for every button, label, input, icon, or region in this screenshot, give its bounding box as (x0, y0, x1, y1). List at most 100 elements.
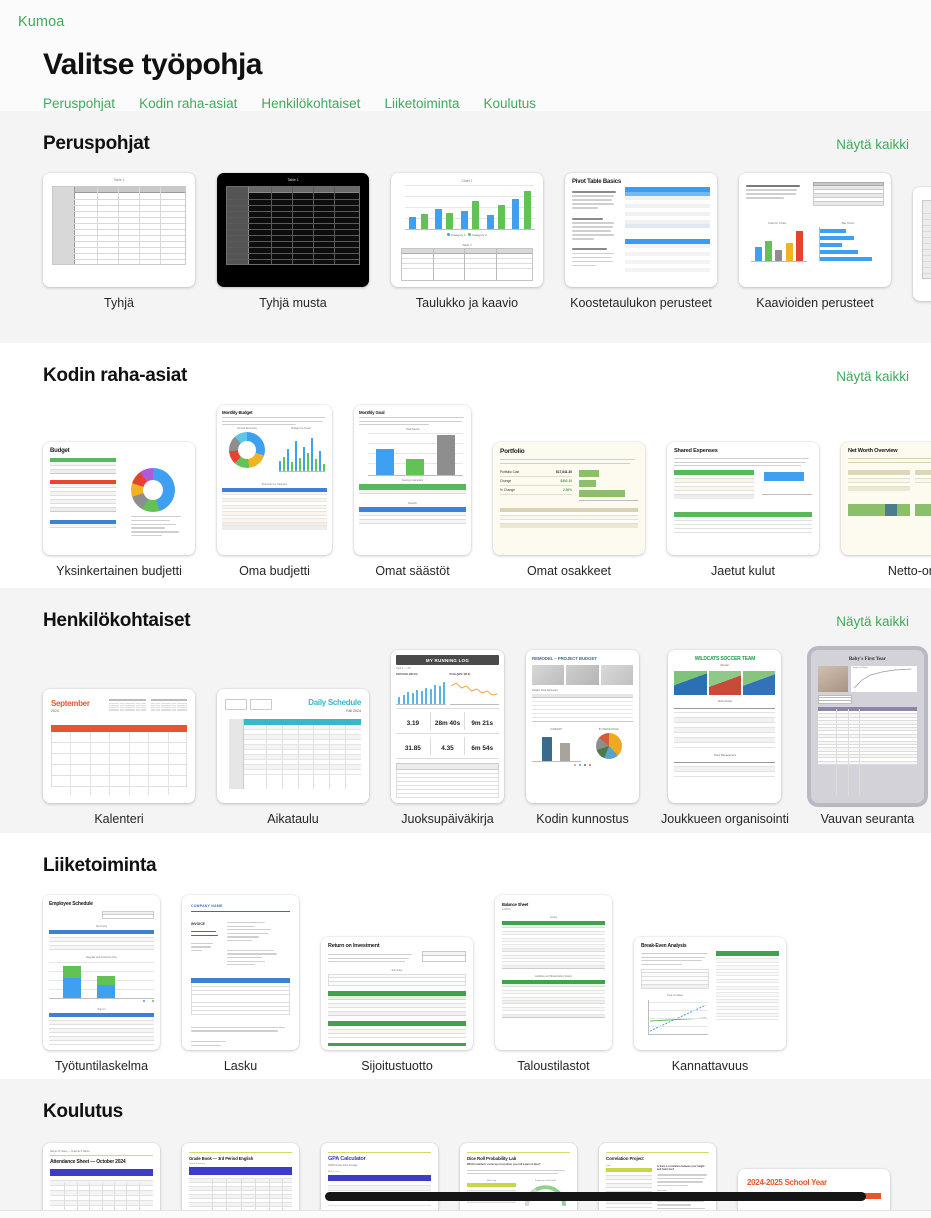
preview-subcaption: Table 1 (462, 243, 472, 247)
template-thumbnail-kannattavuus[interactable]: Break-Even Analysis Cost vs Sales (634, 937, 786, 1050)
preview-caption: GPA Calculator (328, 1156, 366, 1162)
template-thumbnail-gpa-calculator[interactable]: GPA Calculator TERM Grade Point Average … (321, 1143, 438, 1218)
template-cell[interactable]: Chart 1 Category 1 Category 2 Table 1 Ta… (391, 173, 543, 310)
template-cell-partial[interactable] (913, 187, 931, 310)
template-thumbnail-attendance-sheet[interactable]: Name of Class — Teacher's Name Attendanc… (43, 1143, 160, 1218)
template-thumbnail-joukkueen-organisointi[interactable]: WILDCATS SOCCER TEAM Roster Team Roster (668, 650, 782, 803)
tab-peruspohjat[interactable]: Peruspohjat (43, 96, 115, 111)
template-label: Juoksupäiväkirja (401, 812, 494, 826)
template-row-kodin-raha-asiat[interactable]: Budget Yksinkertainen budjetti Monthly B… (0, 387, 931, 592)
preview-caption: Return on Investment (328, 943, 380, 949)
template-thumbnail-yksinkertainen-budjetti[interactable]: Budget (43, 442, 195, 555)
template-thumbnail-partial[interactable] (913, 187, 931, 301)
line-chart (449, 678, 499, 704)
template-cell[interactable]: Column Chart Bar Chart Kaavioiden perust… (739, 173, 891, 310)
template-thumbnail-oma-budjetti[interactable]: Monthly Budget Annual Summary Budget vs … (217, 405, 332, 555)
table-caption: Results (408, 502, 417, 505)
table-caption: Assets (549, 916, 558, 919)
template-thumbnail-tyhja[interactable]: Table 1 (43, 173, 195, 287)
stat-label: Change (500, 479, 512, 483)
template-cell[interactable]: Break-Even Analysis Cost vs Sales Kannat… (634, 937, 786, 1073)
preview-subcaption: TERM Grade Point Average (328, 1164, 358, 1167)
template-row-peruspohjat[interactable]: Table 1 Tyhjä Table 1 Tyhjä musta Chart … (0, 155, 931, 324)
template-thumbnail-correlation-project[interactable]: Correlation Project Data Is there a corr… (599, 1143, 716, 1218)
template-cell[interactable]: Shared Expenses Jaetut kulut (667, 442, 819, 578)
template-thumbnail-kodin-kunnostus[interactable]: REMODEL – PROJECT BUDGET Project Cost Su… (526, 650, 639, 803)
section-liiketoiminta: Liiketoiminta Employee Schedule Summary (0, 833, 931, 1079)
template-cell[interactable]: Portfolio Portfolio Cost $17,641.30 Chan… (493, 442, 645, 578)
template-cell[interactable]: Monthly Goal Total Saved Savings Calcula… (354, 405, 471, 578)
template-cell[interactable]: Daily Schedule Fall 2024 Aikataulu (217, 689, 369, 826)
template-cell[interactable]: Pivot Table Basics Koostetaulukon perust… (565, 173, 717, 310)
template-thumbnail-sijoitustuotto[interactable]: Return on Investment Summary (321, 937, 473, 1050)
preview-caption: Employee Schedule (49, 901, 93, 907)
cancel-button[interactable]: Kumoa (18, 14, 64, 30)
stat-value: 9m 21s (471, 720, 494, 727)
template-thumbnail-taloustilastot[interactable]: Balance Sheet 12/2024 Assets Liabilities… (495, 895, 612, 1050)
template-thumbnail-kalenteri[interactable]: September 2024 (43, 689, 195, 803)
template-thumbnail-aikataulu[interactable]: Daily Schedule Fall 2024 (217, 689, 369, 803)
template-cell[interactable]: Baby's First Year Height and Weight Vauv… (810, 650, 924, 826)
cost-table (50, 480, 116, 512)
template-row-liiketoiminta[interactable]: Employee Schedule Summary Regular and Ov… (0, 877, 931, 1087)
template-cell[interactable]: COMPANY NAME INVOICE Lasku (182, 895, 299, 1073)
template-cell[interactable]: MY RUNNING LOG April 1 — 30 DISTANCE (MI… (391, 650, 504, 826)
template-cell[interactable]: Budget Yksinkertainen budjetti (43, 442, 195, 578)
template-label: Taloustilastot (517, 1059, 590, 1073)
template-cell[interactable]: Return on Investment Summary Sijoitustuo… (321, 937, 473, 1073)
section-title: Liiketoiminta (43, 855, 157, 876)
template-cell[interactable]: Grade Book — 3rd Period English Grade Su… (182, 1143, 299, 1218)
template-cell[interactable]: GPA Calculator TERM Grade Point Average … (321, 1143, 438, 1218)
template-thumbnail-juoksupaivakirja[interactable]: MY RUNNING LOG April 1 — 30 DISTANCE (MI… (391, 650, 504, 803)
template-cell[interactable]: Balance Sheet 12/2024 Assets Liabilities… (495, 895, 612, 1073)
template-thumbnail-tyhja-musta[interactable]: Table 1 (217, 173, 369, 287)
tab-liiketoiminta[interactable]: Liiketoiminta (384, 96, 459, 111)
template-thumbnail-kaavioiden-perusteet[interactable]: Column Chart Bar Chart (739, 173, 891, 287)
template-cell[interactable]: Name of Class — Teacher's Name Attendanc… (43, 1143, 160, 1218)
template-thumbnail-lasku[interactable]: COMPANY NAME INVOICE (182, 895, 299, 1050)
tab-koulutus[interactable]: Koulutus (483, 96, 536, 111)
legend-label: Category 1 (451, 233, 466, 237)
table-caption: Team Management (713, 754, 737, 757)
table-caption: Team Roster (717, 700, 733, 703)
template-thumbnail-omat-saastot[interactable]: Monthly Goal Total Saved Savings Calcula… (354, 405, 471, 555)
template-thumbnail-tyotuntilaskelma[interactable]: Employee Schedule Summary Regular and Ov… (43, 895, 160, 1050)
template-row-henkilokohtaiset[interactable]: September 2024 Kalenteri Daily Schedule … (0, 632, 931, 840)
tab-kodin-raha-asiat[interactable]: Kodin raha-asiat (139, 96, 237, 111)
holdings-table (500, 508, 638, 528)
see-all-henkilokohtaiset[interactable]: Näytä kaikki (836, 614, 909, 629)
template-cell[interactable]: September 2024 Kalenteri (43, 689, 195, 826)
template-cell[interactable]: Employee Schedule Summary Regular and Ov… (43, 895, 160, 1073)
horizontal-scrollbar[interactable] (325, 1192, 866, 1201)
template-thumbnail-netto-omaisuus[interactable]: Net Worth Overview (841, 442, 931, 555)
template-label: Vauvan seuranta (820, 812, 915, 826)
roi-table (328, 991, 466, 1016)
preview-caption: MY RUNNING LOG (425, 657, 470, 663)
stat-value: 4.35 (441, 745, 454, 752)
template-thumbnail-grade-book[interactable]: Grade Book — 3rd Period English Grade Su… (182, 1143, 299, 1218)
template-cell[interactable]: REMODEL – PROJECT BUDGET Project Cost Su… (526, 650, 639, 826)
template-cell[interactable]: Table 1 Tyhjä (43, 173, 195, 310)
see-all-kodin-raha-asiat[interactable]: Näytä kaikki (836, 369, 909, 384)
template-cell[interactable]: Correlation Project Data Is there a corr… (599, 1143, 716, 1218)
stats-row-1: 3.19 28m 40s 9m 21s (396, 708, 499, 734)
template-thumbnail-dice-roll-probability-lab[interactable]: Dice Roll Probability Lab Which numbers … (460, 1143, 577, 1218)
template-thumbnail-koostetaulukon-perusteet[interactable]: Pivot Table Basics (565, 173, 717, 287)
template-row-koulutus[interactable]: Name of Class — Teacher's Name Attendanc… (0, 1123, 931, 1218)
template-cell[interactable]: WILDCATS SOCCER TEAM Roster Team Roster (661, 650, 789, 826)
template-label: Tyhjä (104, 296, 134, 310)
template-thumbnail-taulukko-ja-kaavio[interactable]: Chart 1 Category 1 Category 2 Table 1 (391, 173, 543, 287)
see-all-peruspohjat[interactable]: Näytä kaikki (836, 137, 909, 152)
info-table (817, 695, 852, 704)
tab-henkilokohtaiset[interactable]: Henkilökohtaiset (261, 96, 360, 111)
template-thumbnail-vauvan-seuranta[interactable]: Baby's First Year Height and Weight (810, 650, 924, 803)
template-thumbnail-jaetut-kulut[interactable]: Shared Expenses (667, 442, 819, 555)
template-thumbnail-omat-osakkeet[interactable]: Portfolio Portfolio Cost $17,641.30 Chan… (493, 442, 645, 555)
template-label: Koostetaulukon perusteet (570, 296, 712, 310)
template-cell[interactable]: Monthly Budget Annual Summary Budget vs … (217, 405, 332, 578)
template-cell[interactable]: Dice Roll Probability Lab Which numbers … (460, 1143, 577, 1218)
template-cell-partial[interactable]: Net Worth Overview Netto-o (841, 442, 931, 578)
breakeven-table (716, 951, 779, 1021)
stat-value: 28m 40s (434, 720, 461, 727)
template-cell[interactable]: Table 1 Tyhjä musta (217, 173, 369, 310)
